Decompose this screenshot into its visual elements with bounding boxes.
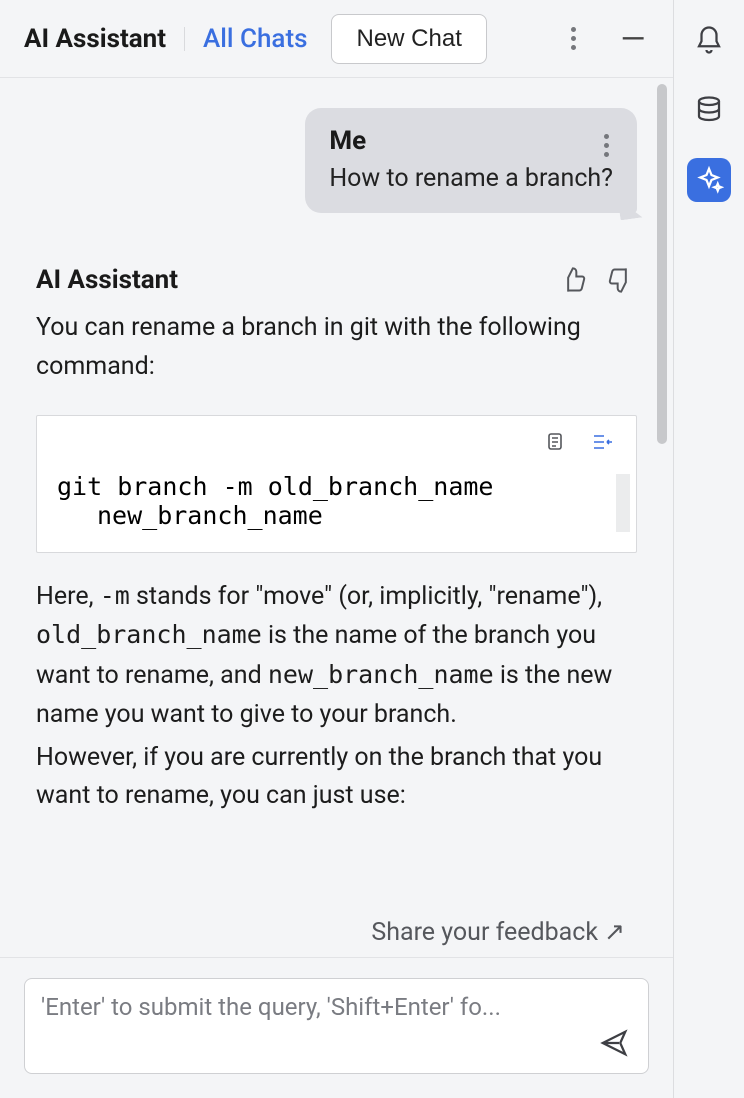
bell-icon <box>694 25 724 55</box>
database-button[interactable] <box>687 88 731 132</box>
code-content[interactable]: git branch -m old_branch_name new_branch… <box>37 468 636 552</box>
panel-header: AI Assistant All Chats New Chat — <box>0 0 673 78</box>
more-menu-button[interactable] <box>551 17 595 61</box>
send-button[interactable] <box>594 1023 634 1063</box>
inline-code: new_branch_name <box>268 660 494 689</box>
assistant-intro-text: You can rename a branch in git with the … <box>36 309 637 387</box>
assistant-message: AI Assistant You can rename a branch in … <box>36 263 637 816</box>
code-block: git branch -m old_branch_name new_branch… <box>36 415 637 553</box>
thumbs-up-button[interactable] <box>557 263 591 297</box>
message-actions-button[interactable] <box>600 130 613 161</box>
user-message-bubble: Me How to rename a branch? <box>305 108 637 213</box>
input-placeholder: 'Enter' to submit the query, 'Shift+Ente… <box>41 993 592 1021</box>
panel-title: AI Assistant <box>24 24 166 54</box>
assistant-sender-label: AI Assistant <box>36 265 545 295</box>
code-toolbar <box>37 416 636 468</box>
chat-scroll-area[interactable]: Me How to rename a branch? AI Assistant … <box>0 78 673 901</box>
share-feedback-link[interactable]: Share your feedback↗ <box>0 901 673 957</box>
code-line: new_branch_name <box>57 501 616 530</box>
sparkle-icon <box>694 165 724 195</box>
code-line: git branch -m old_branch_name <box>57 472 494 501</box>
minimize-button[interactable]: — <box>611 17 655 61</box>
right-tool-rail <box>674 0 744 1098</box>
divider <box>184 27 185 51</box>
ai-assistant-panel: AI Assistant All Chats New Chat — Me How… <box>0 0 674 1098</box>
assistant-explain-1: Here, -m stands for "move" (or, implicit… <box>36 577 637 735</box>
notifications-button[interactable] <box>687 18 731 62</box>
all-chats-link[interactable]: All Chats <box>203 24 307 54</box>
new-chat-button[interactable]: New Chat <box>331 14 486 64</box>
copy-icon[interactable] <box>540 428 568 456</box>
code-scrollbar[interactable] <box>616 474 630 533</box>
inline-code: old_branch_name <box>36 620 262 649</box>
user-message-text: How to rename a branch? <box>329 164 613 193</box>
user-sender-label: Me <box>329 126 366 156</box>
input-area: 'Enter' to submit the query, 'Shift+Ente… <box>0 957 673 1098</box>
inline-code: -m <box>100 581 130 610</box>
insert-icon[interactable] <box>588 428 616 456</box>
kebab-icon <box>567 23 580 54</box>
database-icon <box>694 95 724 125</box>
scrollbar-thumb[interactable] <box>657 84 667 444</box>
chat-input[interactable]: 'Enter' to submit the query, 'Shift+Ente… <box>24 978 649 1074</box>
thumbs-down-button[interactable] <box>603 263 637 297</box>
external-link-icon: ↗ <box>604 918 625 947</box>
ai-assistant-button[interactable] <box>687 158 731 202</box>
assistant-explain-2: However, if you are currently on the bra… <box>36 739 637 817</box>
